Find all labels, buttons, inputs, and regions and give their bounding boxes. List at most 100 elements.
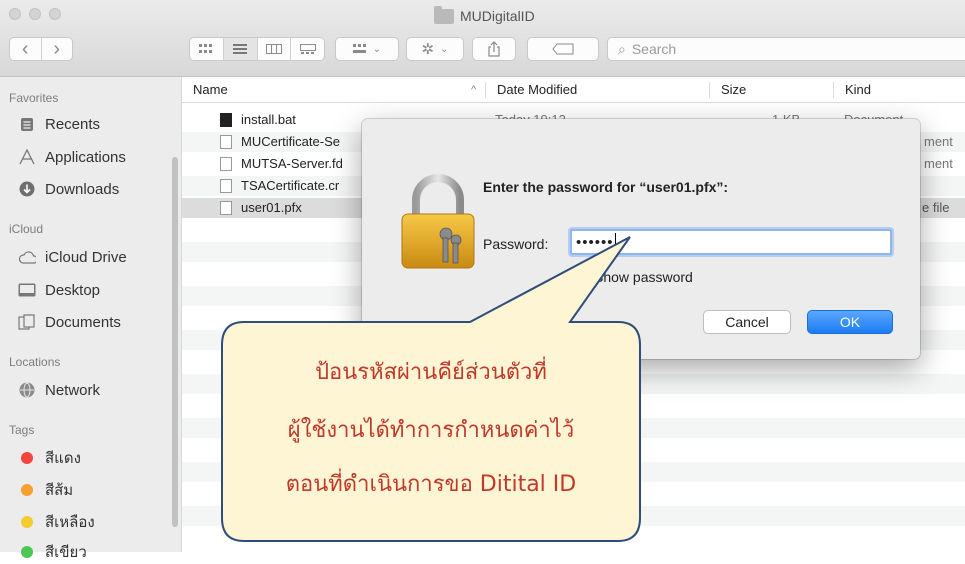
- group-icon: [352, 44, 366, 53]
- password-prompt: Enter the password for “user01.pfx”:: [483, 179, 729, 195]
- cancel-button[interactable]: Cancel: [703, 310, 791, 334]
- recents-icon: [18, 116, 36, 132]
- sidebar-item-tag-green[interactable]: สีเขียว: [18, 541, 87, 563]
- file-name: MUCertificate-Se: [241, 134, 340, 149]
- sidebar-item-icloud-drive[interactable]: iCloud Drive: [18, 246, 127, 268]
- sidebar-item-recents[interactable]: Recents: [18, 113, 100, 135]
- tags-header: Tags: [9, 423, 35, 437]
- sidebar-item-label: สีส้ม: [45, 482, 74, 499]
- toolbar: MUDigitalID ‹ › ⌄ ✲ ⌄ ⌕ Search: [0, 0, 965, 77]
- minimize-window-button[interactable]: [29, 8, 41, 20]
- sidebar-item-tag-red[interactable]: สีแดง: [18, 447, 81, 469]
- sidebar-item-documents[interactable]: Documents: [18, 311, 121, 333]
- password-field[interactable]: ••••••: [570, 229, 892, 255]
- zoom-window-button[interactable]: [49, 8, 61, 20]
- favorites-header: Favorites: [9, 91, 59, 105]
- sidebar-item-applications[interactable]: Applications: [18, 146, 126, 168]
- tags-button[interactable]: [527, 37, 599, 61]
- column-kind[interactable]: Kind: [833, 82, 871, 98]
- sort-ascending-icon: ^: [471, 84, 477, 96]
- locations-header: Locations: [9, 355, 61, 369]
- back-forward-buttons: ‹ ›: [9, 37, 73, 61]
- yellow-tag-icon: [21, 516, 33, 528]
- sidebar-item-label: สีเหลือง: [45, 514, 95, 531]
- password-label: Password:: [483, 236, 549, 252]
- icon-view-button[interactable]: [190, 38, 224, 60]
- downloads-icon: [18, 181, 36, 197]
- tag-icon: [552, 43, 574, 55]
- sidebar-item-downloads[interactable]: Downloads: [18, 178, 119, 200]
- sidebar-item-label: iCloud Drive: [45, 248, 127, 266]
- back-icon: ‹: [21, 37, 29, 60]
- sidebar-item-label: Downloads: [45, 180, 120, 198]
- file-name: user01.pfx: [241, 200, 302, 215]
- applications-icon: [18, 149, 36, 165]
- sidebar-item-label: สีแดง: [45, 450, 81, 467]
- column-size[interactable]: Size: [709, 82, 746, 98]
- grid-icon: [199, 44, 213, 53]
- gallery-icon: [299, 44, 316, 54]
- green-tag-icon: [21, 546, 33, 558]
- lock-icon: [401, 174, 475, 269]
- sidebar-item-desktop[interactable]: Desktop: [18, 279, 100, 301]
- chevron-down-icon: ⌄: [440, 43, 449, 55]
- red-tag-icon: [21, 452, 33, 464]
- columns-icon: [265, 44, 282, 54]
- empty-row: [182, 506, 965, 526]
- sidebar: Favorites Recents Applications Downloads…: [0, 77, 181, 561]
- show-password-label[interactable]: Show password: [594, 269, 693, 285]
- password-value: ••••••: [576, 233, 614, 251]
- column-date-modified[interactable]: Date Modified: [485, 82, 577, 98]
- sidebar-item-network[interactable]: Network: [18, 379, 100, 401]
- file-kind: e file: [922, 200, 950, 215]
- sidebar-item-label: Network: [45, 381, 101, 399]
- column-header-row: Name ^ Date Modified Size Kind: [182, 77, 965, 103]
- desktop-icon: [18, 282, 36, 298]
- column-name[interactable]: Name: [193, 82, 228, 97]
- sidebar-item-label: Desktop: [45, 281, 101, 299]
- search-field[interactable]: ⌕ Search: [607, 37, 965, 61]
- window-title-text: MUDigitalID: [460, 8, 535, 24]
- sidebar-item-label: สีเขียว: [45, 544, 87, 561]
- share-icon: [488, 41, 500, 57]
- close-window-button[interactable]: [9, 8, 21, 20]
- finder-window: MUDigitalID ‹ › ⌄ ✲ ⌄ ⌕ Search Favorites…: [0, 0, 965, 561]
- search-icon: ⌕: [618, 40, 626, 57]
- terminal-file-icon: [220, 113, 232, 127]
- icloud-header: iCloud: [9, 222, 44, 236]
- cloud-icon: [18, 249, 36, 265]
- back-button[interactable]: ‹: [10, 38, 42, 60]
- list-icon: [233, 44, 248, 54]
- sidebar-item-tag-yellow[interactable]: สีเหลือง: [18, 511, 95, 533]
- sidebar-scrollbar[interactable]: [172, 157, 178, 527]
- document-file-icon: [220, 157, 232, 171]
- orange-tag-icon: [21, 484, 33, 496]
- file-name: TSACertificate.cr: [241, 178, 340, 193]
- share-button[interactable]: [472, 37, 516, 61]
- sidebar-item-label: Recents: [45, 115, 101, 133]
- list-view-button[interactable]: [223, 38, 258, 60]
- ok-button[interactable]: OK: [807, 310, 893, 334]
- documents-icon: [18, 314, 36, 330]
- file-kind: ment: [924, 134, 953, 149]
- sidebar-item-label: Documents: [45, 313, 121, 331]
- sidebar-item-tag-orange[interactable]: สีส้ม: [18, 479, 73, 501]
- action-button[interactable]: ✲ ⌄: [406, 37, 464, 61]
- show-password-checkbox[interactable]: [572, 270, 588, 286]
- column-view-button[interactable]: [258, 38, 292, 60]
- file-name: MUTSA-Server.fd: [241, 156, 343, 171]
- group-by-button[interactable]: ⌄: [335, 37, 399, 61]
- network-icon: [18, 382, 36, 398]
- chevron-down-icon: ⌄: [372, 43, 382, 55]
- forward-icon: ›: [53, 37, 61, 60]
- blank-file-icon: [220, 179, 232, 193]
- forward-button[interactable]: ›: [42, 38, 73, 60]
- gear-icon: ✲: [421, 41, 435, 58]
- sidebar-item-label: Applications: [45, 148, 126, 166]
- file-name: install.bat: [241, 112, 296, 127]
- text-caret: [614, 233, 616, 251]
- search-placeholder: Search: [631, 41, 677, 57]
- gallery-view-button[interactable]: [291, 38, 324, 60]
- view-mode-control: [189, 37, 325, 61]
- blank-file-icon: [220, 201, 232, 215]
